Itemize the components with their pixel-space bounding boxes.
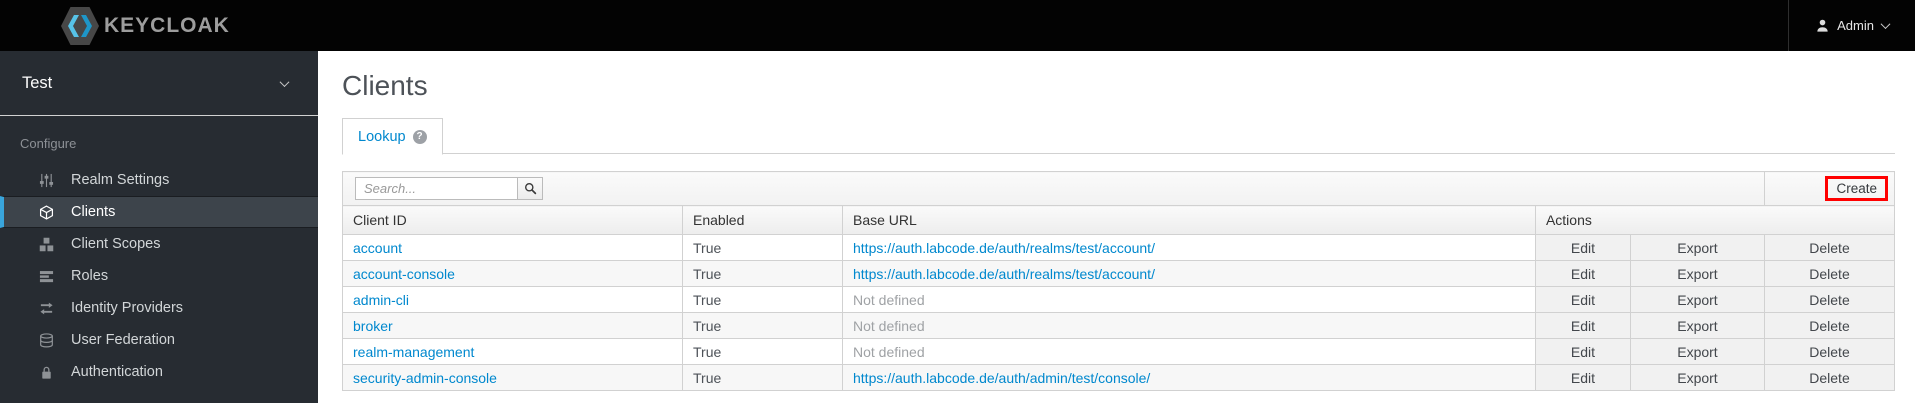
client-link[interactable]: admin-cli	[353, 292, 409, 308]
base-url-not-defined: Not defined	[853, 317, 925, 334]
delete-button[interactable]: Delete	[1764, 338, 1895, 365]
sidebar-item-client-scopes[interactable]: Client Scopes	[0, 228, 318, 260]
client-link[interactable]: account	[353, 240, 402, 256]
enabled-value: True	[682, 338, 843, 365]
export-button[interactable]: Export	[1629, 312, 1766, 339]
base-url-link[interactable]: https://auth.labcode.de/auth/admin/test/…	[853, 370, 1150, 386]
edit-button[interactable]: Edit	[1534, 364, 1631, 391]
search-input[interactable]	[355, 177, 518, 200]
cube-icon	[38, 204, 54, 220]
base-url-link[interactable]: https://auth.labcode.de/auth/realms/test…	[853, 240, 1155, 256]
table-toolbar: Create	[342, 171, 1895, 206]
sidebar-item-label: User Federation	[71, 332, 175, 348]
edit-button[interactable]: Edit	[1534, 234, 1631, 261]
export-button[interactable]: Export	[1629, 338, 1766, 365]
sidebar-section-configure: Configure	[20, 136, 77, 151]
exchange-icon	[38, 300, 54, 316]
export-button[interactable]: Export	[1629, 364, 1766, 391]
search-button[interactable]	[518, 177, 543, 200]
sidebar-item-label: Clients	[71, 204, 116, 220]
export-button[interactable]: Export	[1629, 286, 1766, 313]
main-content: Clients Lookup ? Search... Create Client…	[318, 51, 1915, 403]
base-url-not-defined: Not defined	[853, 291, 925, 308]
delete-button[interactable]: Delete	[1764, 286, 1895, 313]
delete-button[interactable]: Delete	[1764, 260, 1895, 287]
table-header-row: Client ID Enabled Base URL Actions	[342, 205, 1896, 235]
sidebar-item-label: Realm Settings	[71, 172, 170, 188]
edit-button[interactable]: Edit	[1534, 260, 1631, 287]
client-link[interactable]: broker	[353, 318, 393, 334]
sidebar-item-roles[interactable]: Roles	[0, 260, 318, 292]
user-name: Admin	[1837, 18, 1874, 33]
sidebar-item-realm-settings[interactable]: Realm Settings	[0, 164, 318, 196]
column-header-client-id: Client ID	[342, 205, 683, 235]
question-circle-icon[interactable]	[412, 129, 427, 144]
sidebar-item-authentication[interactable]: Authentication	[0, 356, 318, 388]
sidebar-item-identity-providers[interactable]: Identity Providers	[0, 292, 318, 324]
user-menu[interactable]: Admin	[1788, 0, 1915, 51]
search-group	[355, 177, 1758, 200]
table-row: broker True Not defined Edit Export Dele…	[342, 312, 1895, 339]
column-header-actions: Actions	[1534, 205, 1896, 235]
tab-bar: Lookup	[342, 117, 1895, 155]
sidebar: Test Configure Realm Settings Clients Cl…	[0, 51, 318, 403]
edit-button[interactable]: Edit	[1534, 286, 1631, 313]
delete-button[interactable]: Delete	[1764, 312, 1895, 339]
table-row: admin-cli True Not defined Edit Export D…	[342, 286, 1895, 313]
enabled-value: True	[682, 234, 843, 261]
base-url-link[interactable]: https://auth.labcode.de/auth/realms/test…	[853, 266, 1155, 282]
sidebar-item-label: Identity Providers	[71, 300, 184, 316]
export-button[interactable]: Export	[1629, 260, 1766, 287]
export-button[interactable]: Export	[1629, 234, 1766, 261]
search-toolbar-cell	[342, 171, 1765, 206]
cubes-icon	[38, 236, 54, 252]
create-cell: Create	[1764, 171, 1895, 206]
realm-name: Test	[22, 73, 53, 92]
client-link[interactable]: security-admin-console	[353, 370, 497, 386]
enabled-value: True	[682, 286, 843, 313]
client-link[interactable]: realm-management	[353, 344, 474, 360]
table-row: realm-management True Not defined Edit E…	[342, 338, 1895, 365]
brand-text: KEYCLOAK	[104, 13, 230, 37]
tab-lookup[interactable]: Lookup	[342, 118, 443, 155]
keycloak-hexagon-icon	[61, 6, 99, 45]
edit-button[interactable]: Edit	[1534, 312, 1631, 339]
keycloak-logo[interactable]: KEYCLOAK	[60, 5, 230, 47]
table-row: security-admin-console True https://auth…	[342, 364, 1895, 391]
column-header-enabled: Enabled	[682, 205, 843, 235]
clients-table: Create Client ID Enabled Base URL Action…	[342, 171, 1896, 391]
delete-button[interactable]: Delete	[1764, 364, 1895, 391]
tab-lookup-label: Lookup	[358, 128, 406, 145]
enabled-value: True	[682, 364, 843, 391]
clients-table-container: Create Client ID Enabled Base URL Action…	[342, 171, 1896, 391]
delete-button[interactable]: Delete	[1764, 234, 1895, 261]
edit-button[interactable]: Edit	[1534, 338, 1631, 365]
lock-icon	[38, 364, 54, 380]
realm-selector[interactable]: Test	[0, 51, 318, 116]
table-row: account-console True https://auth.labcod…	[342, 260, 1895, 287]
page-title: Clients	[342, 70, 428, 101]
sidebar-item-user-federation[interactable]: User Federation	[0, 324, 318, 356]
user-icon	[1815, 18, 1830, 33]
column-header-base-url: Base URL	[842, 205, 1536, 235]
database-icon	[38, 332, 54, 348]
list-icon	[38, 268, 54, 284]
search-icon	[524, 183, 536, 195]
client-link[interactable]: account-console	[353, 266, 455, 282]
sliders-icon	[38, 172, 54, 188]
enabled-value: True	[682, 312, 843, 339]
sidebar-item-label: Authentication	[71, 364, 163, 380]
sidebar-item-label: Roles	[71, 268, 109, 284]
create-button[interactable]: Create	[1825, 176, 1888, 201]
chevron-down-icon	[279, 76, 290, 87]
sidebar-item-clients[interactable]: Clients	[0, 196, 318, 228]
sidebar-item-label: Client Scopes	[71, 236, 161, 252]
top-bar: KEYCLOAK Admin	[0, 0, 1915, 51]
chevron-down-icon	[1880, 19, 1891, 30]
enabled-value: True	[682, 260, 843, 287]
base-url-not-defined: Not defined	[853, 343, 925, 360]
table-row: account True https://auth.labcode.de/aut…	[342, 234, 1895, 261]
